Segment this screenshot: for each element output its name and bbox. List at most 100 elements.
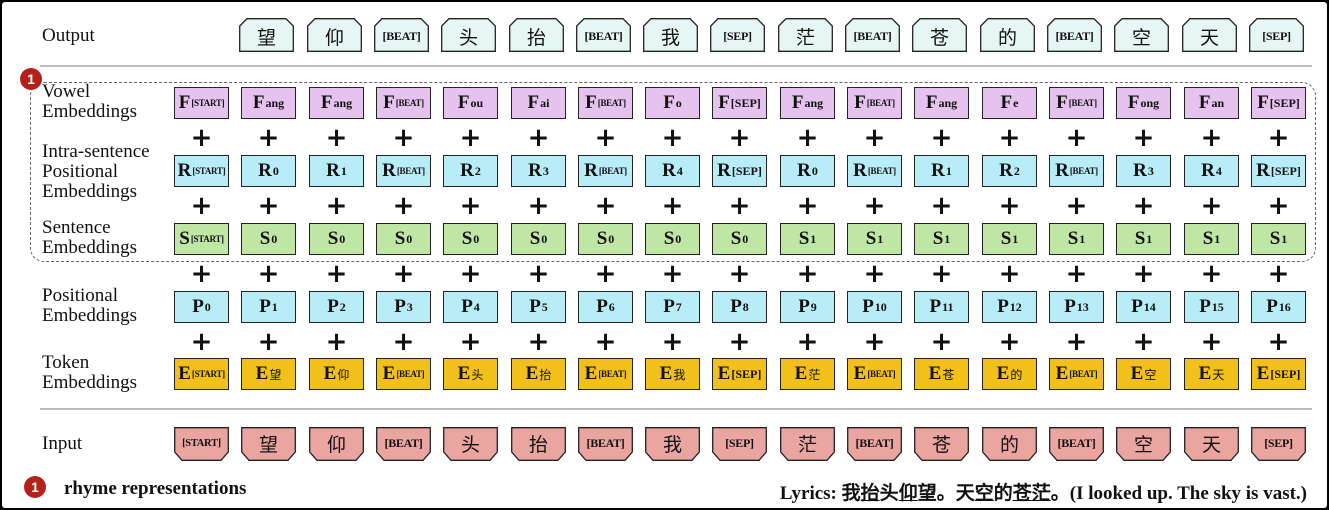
vowel-embedding-letter: F xyxy=(1000,92,1013,113)
vowel-embedding-subscript: [BEAT] xyxy=(866,98,895,108)
intra-sentence-embedding-box: R1 xyxy=(914,155,969,187)
vowel-embedding-letter: F xyxy=(1257,92,1269,113)
intra-sentence-embedding-subscript: 3 xyxy=(1147,163,1154,178)
intra-sentence-embedding-subscript: 2 xyxy=(1013,163,1020,178)
intra-sentence-embedding-subscript: 0 xyxy=(811,163,818,178)
sentence-embedding-subscript: 1 xyxy=(1281,231,1288,246)
sentence-embedding-subscript: 0 xyxy=(339,231,346,246)
intra-sentence-embedding-subscript: 4 xyxy=(676,163,683,178)
positional-embedding-box: P7 xyxy=(645,291,700,323)
vowel-embedding-subscript: [START] xyxy=(191,98,225,108)
sentence-embedding-box: S0 xyxy=(511,223,566,255)
plus-sign: + xyxy=(1065,191,1088,221)
sentence-embedding-subscript: 0 xyxy=(742,231,749,246)
intra-sentence-embedding-box: R2 xyxy=(443,155,498,187)
sentence-embedding-subscript: 1 xyxy=(1214,231,1221,246)
positional-embedding-letter: P xyxy=(997,296,1009,317)
vowel-embedding-box: Fai xyxy=(511,87,566,119)
vowel-embedding-letter: F xyxy=(457,92,470,113)
intra-sentence-embedding-subscript: 2 xyxy=(474,163,481,178)
plus-sign: + xyxy=(1200,191,1223,221)
intra-sentence-embedding-box: R [BEAT] xyxy=(847,155,902,187)
plus-sign: + xyxy=(459,191,482,221)
positional-embedding-box: P 12 xyxy=(982,291,1037,323)
lyrics-prefix: Lyrics: xyxy=(779,483,842,504)
sentence-embedding-box: S0 xyxy=(712,223,767,255)
token-embedding-box: E仰 xyxy=(309,358,364,390)
plus-sign: + xyxy=(190,123,213,153)
plus-sign: + xyxy=(392,191,415,221)
output-token: 苍 xyxy=(929,27,949,49)
intra-sentence-embedding-box: R3 xyxy=(511,155,566,187)
vowel-embedding-box: Fong xyxy=(1116,87,1171,119)
plus-sign: + xyxy=(863,327,886,357)
sentence-embedding-subscript: [START] xyxy=(190,234,224,244)
output-token: [BEAT] xyxy=(853,28,892,43)
plus-sign: + xyxy=(527,327,550,357)
vowel-embedding-subscript: [SEP] xyxy=(730,95,761,110)
plus-sign: + xyxy=(930,123,953,153)
intra-sentence-embedding-letter: R xyxy=(717,160,731,181)
plus-sign: + xyxy=(594,259,617,289)
sentence-embedding-box: S1 xyxy=(847,223,902,255)
sentence-embedding-letter: S xyxy=(798,228,810,249)
plus-sign: + xyxy=(1200,259,1223,289)
intra-sentence-embedding-subscript: [BEAT] xyxy=(1069,166,1098,176)
plus-sign: + xyxy=(930,327,953,357)
intra-sentence-embedding-box: R [SEP] xyxy=(1251,155,1306,187)
plus-sign: + xyxy=(257,123,280,153)
intra-sentence-embedding-letter: R xyxy=(258,160,272,181)
sentence-embedding-box: S1 xyxy=(1184,223,1239,255)
sentence-embedding-letter: S xyxy=(596,228,608,249)
sentence-embedding-letter: S xyxy=(1269,228,1281,249)
label-sentence-line2: Embeddings xyxy=(42,237,137,258)
output-token: [SEP] xyxy=(1262,28,1291,43)
plus-sign: + xyxy=(325,123,348,153)
input-token: [BEAT] xyxy=(586,435,625,450)
token-embedding-letter: E xyxy=(178,363,191,384)
label-token-embeddings: Token Embeddings xyxy=(42,353,137,393)
output-token: 望 xyxy=(256,27,276,49)
input-token: [BEAT] xyxy=(384,435,423,450)
token-embedding-subscript: 的 xyxy=(1010,367,1023,382)
plus-sign: + xyxy=(594,327,617,357)
intra-sentence-embedding-box: R0 xyxy=(780,155,835,187)
positional-embedding-subscript: 11 xyxy=(942,299,954,314)
sentence-embedding-box: S1 xyxy=(780,223,835,255)
token-embedding-subscript: [SEP] xyxy=(1270,366,1301,381)
vowel-embedding-subscript: [BEAT] xyxy=(597,98,626,108)
positional-embedding-box: P0 xyxy=(174,291,229,323)
lyrics-segment: 头 xyxy=(879,483,899,504)
output-token: [BEAT] xyxy=(382,28,421,43)
token-embedding-box: E [START] xyxy=(174,358,229,390)
positional-embedding-box: P1 xyxy=(241,291,296,323)
token-embedding-letter: E xyxy=(1055,363,1069,384)
plus-sign: + xyxy=(594,123,617,153)
sentence-embedding-letter: S xyxy=(730,228,742,249)
plus-sign: + xyxy=(728,259,751,289)
positional-embedding-letter: P xyxy=(929,296,942,317)
positional-embedding-subscript: 12 xyxy=(1009,299,1022,314)
vowel-embedding-subscript: e xyxy=(1013,95,1019,110)
positional-embedding-subscript: 8 xyxy=(742,299,749,314)
sentence-embedding-letter: S xyxy=(179,228,190,249)
plus-sign: + xyxy=(1132,123,1155,153)
token-embedding-subscript: 我 xyxy=(673,367,686,382)
sentence-embedding-subscript: 0 xyxy=(406,231,413,246)
positional-embedding-box: P3 xyxy=(376,291,431,323)
token-embedding-box: E的 xyxy=(982,358,1037,390)
vowel-embedding-box: F [START] xyxy=(174,87,229,119)
output-token: 抬 xyxy=(526,27,546,49)
vowel-embedding-letter: F xyxy=(320,92,333,113)
plus-sign: + xyxy=(1267,191,1290,221)
plus-sign: + xyxy=(325,259,348,289)
vowel-embedding-letter: F xyxy=(383,92,395,113)
label-token-line2: Embeddings xyxy=(42,372,137,393)
token-embedding-subscript: [BEAT] xyxy=(396,369,425,379)
token-embedding-subscript: [BEAT] xyxy=(1069,369,1098,379)
vowel-embedding-subscript: ou xyxy=(470,95,484,110)
plus-sign: + xyxy=(863,191,886,221)
intra-sentence-embedding-subscript: [SEP] xyxy=(1270,163,1301,178)
sentence-embedding-box: S1 xyxy=(982,223,1037,255)
token-embedding-subscript: 抬 xyxy=(539,367,552,382)
